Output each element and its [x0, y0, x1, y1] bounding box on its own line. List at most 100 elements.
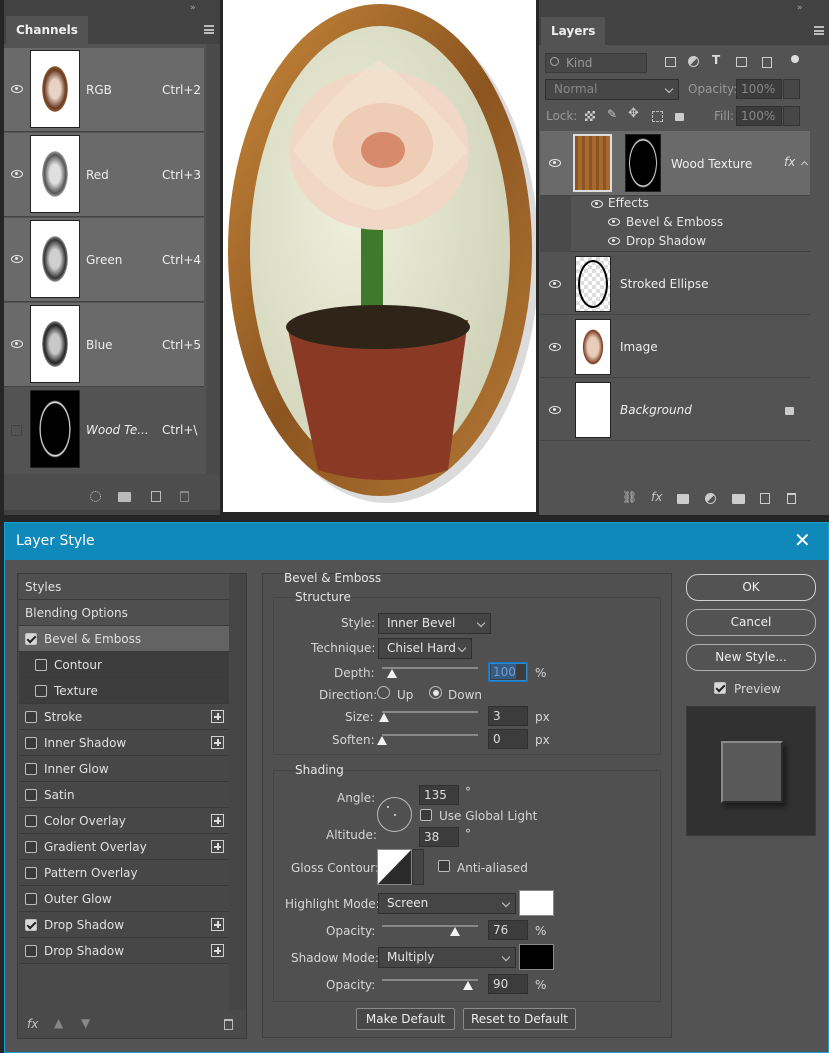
style-inner-shadow[interactable]: Inner Shadow	[19, 730, 229, 756]
texture-checkbox[interactable]	[35, 685, 47, 697]
chevron-up-icon[interactable]	[800, 160, 809, 169]
add-stroke-icon[interactable]	[211, 710, 224, 723]
direction-up-radio[interactable]	[377, 686, 390, 699]
size-slider[interactable]	[382, 711, 478, 713]
highlight-color-swatch[interactable]	[519, 890, 554, 916]
style-drop-shadow[interactable]: Drop Shadow	[19, 912, 229, 938]
add-inner-shadow-icon[interactable]	[211, 736, 224, 749]
angle-input[interactable]: 135	[419, 785, 459, 805]
style-texture[interactable]: Texture	[19, 678, 229, 704]
channel-row-wood-texture[interactable]: Wood Te... Ctrl+\	[4, 388, 204, 472]
shadow-opacity-thumb[interactable]	[463, 981, 473, 990]
satin-checkbox[interactable]	[25, 789, 37, 801]
chevron-down-icon[interactable]	[783, 106, 800, 126]
style-contour[interactable]: Contour	[19, 652, 229, 678]
add-gradient-overlay-icon[interactable]	[211, 840, 224, 853]
bevel-emboss-checkbox[interactable]	[25, 633, 37, 645]
pixel-filter-icon[interactable]	[665, 57, 676, 67]
adjustment-filter-icon[interactable]	[688, 56, 699, 67]
outer-glow-checkbox[interactable]	[25, 893, 37, 905]
ok-button[interactable]: OK	[686, 574, 816, 601]
add-drop-shadow-icon[interactable]	[211, 918, 224, 931]
collapse-icon[interactable]: »	[190, 3, 196, 13]
fx-icon[interactable]: fx	[784, 155, 795, 169]
layer-name[interactable]: Image	[620, 340, 658, 354]
anti-aliased-label[interactable]: Anti-aliased	[457, 861, 528, 875]
direction-down-radio[interactable]	[429, 686, 442, 699]
blending-options[interactable]: Blending Options	[19, 600, 229, 626]
styles-scroll-track[interactable]	[229, 574, 246, 1010]
highlight-mode-select[interactable]: Screen	[378, 893, 516, 914]
soften-input[interactable]: 0	[488, 729, 528, 749]
new-layer-icon[interactable]	[760, 493, 770, 504]
save-selection-icon[interactable]	[118, 492, 131, 502]
shadow-color-swatch[interactable]	[519, 944, 554, 970]
lock-transparent-icon[interactable]	[585, 111, 595, 121]
anti-aliased-checkbox[interactable]	[438, 860, 450, 872]
collapse-icon[interactable]: »	[797, 3, 803, 13]
layer-row-image[interactable]: Image	[540, 316, 810, 378]
channel-row-rgb[interactable]: RGB Ctrl+2	[4, 48, 204, 132]
layer-row-background[interactable]: Background	[540, 379, 810, 441]
move-down-icon[interactable]: ▼	[81, 1016, 90, 1030]
preview-checkbox[interactable]	[714, 682, 726, 694]
visibility-eye-icon[interactable]	[11, 85, 23, 93]
effect-drop-shadow[interactable]: Drop Shadow	[626, 234, 706, 248]
blend-mode-select[interactable]: Normal	[545, 79, 679, 100]
visibility-eye-icon[interactable]	[11, 170, 23, 178]
style-stroke[interactable]: Stroke	[19, 704, 229, 730]
size-input[interactable]: 3	[488, 706, 528, 726]
angle-dial[interactable]	[377, 797, 412, 832]
global-light-label[interactable]: Use Global Light	[439, 809, 537, 823]
lock-position-icon[interactable]: ✥	[628, 106, 639, 121]
visibility-eye-icon[interactable]	[11, 340, 23, 348]
layer-name[interactable]: Stroked Ellipse	[620, 277, 709, 291]
style-color-overlay[interactable]: Color Overlay	[19, 808, 229, 834]
size-slider-thumb[interactable]	[379, 713, 389, 722]
channels-tab[interactable]: Channels	[6, 16, 88, 44]
styles-header[interactable]: Styles	[19, 574, 229, 600]
effect-bevel-emboss[interactable]: Bevel & Emboss	[626, 215, 723, 229]
highlight-opacity-thumb[interactable]	[450, 927, 460, 936]
inner-glow-checkbox[interactable]	[25, 763, 37, 775]
adjustment-layer-icon[interactable]	[705, 493, 716, 504]
chevron-down-icon[interactable]	[412, 849, 424, 885]
add-drop-shadow-2-icon[interactable]	[211, 944, 224, 957]
layer-filter-select[interactable]: Kind	[545, 53, 647, 73]
style-satin[interactable]: Satin	[19, 782, 229, 808]
add-mask-icon[interactable]	[677, 494, 689, 504]
stroke-checkbox[interactable]	[25, 711, 37, 723]
highlight-opacity-slider[interactable]	[382, 925, 478, 927]
reset-default-button[interactable]: Reset to Default	[463, 1008, 576, 1030]
contour-checkbox[interactable]	[35, 659, 47, 671]
direction-up-label[interactable]: Up	[397, 688, 413, 702]
shape-filter-icon[interactable]	[736, 57, 747, 67]
new-style-button[interactable]: New Style...	[686, 644, 816, 671]
opacity-input[interactable]: 100%	[736, 79, 782, 99]
layer-row-wood-texture[interactable]: Wood Texture fx	[540, 131, 810, 196]
new-channel-icon[interactable]	[151, 491, 161, 502]
visibility-eye-icon[interactable]	[11, 255, 23, 263]
depth-slider-thumb[interactable]	[387, 669, 397, 678]
shadow-mode-select[interactable]: Multiply	[378, 947, 516, 968]
move-up-icon[interactable]: ▲	[54, 1016, 63, 1030]
style-pattern-overlay[interactable]: Pattern Overlay	[19, 860, 229, 886]
panel-menu-icon[interactable]	[204, 25, 214, 34]
gradient-overlay-checkbox[interactable]	[25, 841, 37, 853]
channel-row-blue[interactable]: Blue Ctrl+5	[4, 303, 204, 387]
visibility-eye-icon[interactable]	[549, 343, 561, 351]
link-layers-icon[interactable]: ⛓	[622, 490, 637, 504]
close-icon[interactable]: ✕	[794, 528, 811, 552]
drop-shadow-checkbox[interactable]	[25, 919, 37, 931]
global-light-checkbox[interactable]	[420, 809, 432, 821]
add-color-overlay-icon[interactable]	[211, 814, 224, 827]
trash-icon[interactable]	[180, 491, 189, 502]
style-outer-glow[interactable]: Outer Glow	[19, 886, 229, 912]
cancel-button[interactable]: Cancel	[686, 609, 816, 636]
channel-row-green[interactable]: Green Ctrl+4	[4, 218, 204, 302]
trash-icon[interactable]	[224, 1019, 233, 1030]
lock-artboard-icon[interactable]	[652, 111, 663, 122]
chevron-down-icon[interactable]	[783, 79, 800, 99]
technique-select[interactable]: Chisel Hard	[378, 638, 472, 659]
highlight-opacity-input[interactable]: 76	[488, 920, 528, 940]
